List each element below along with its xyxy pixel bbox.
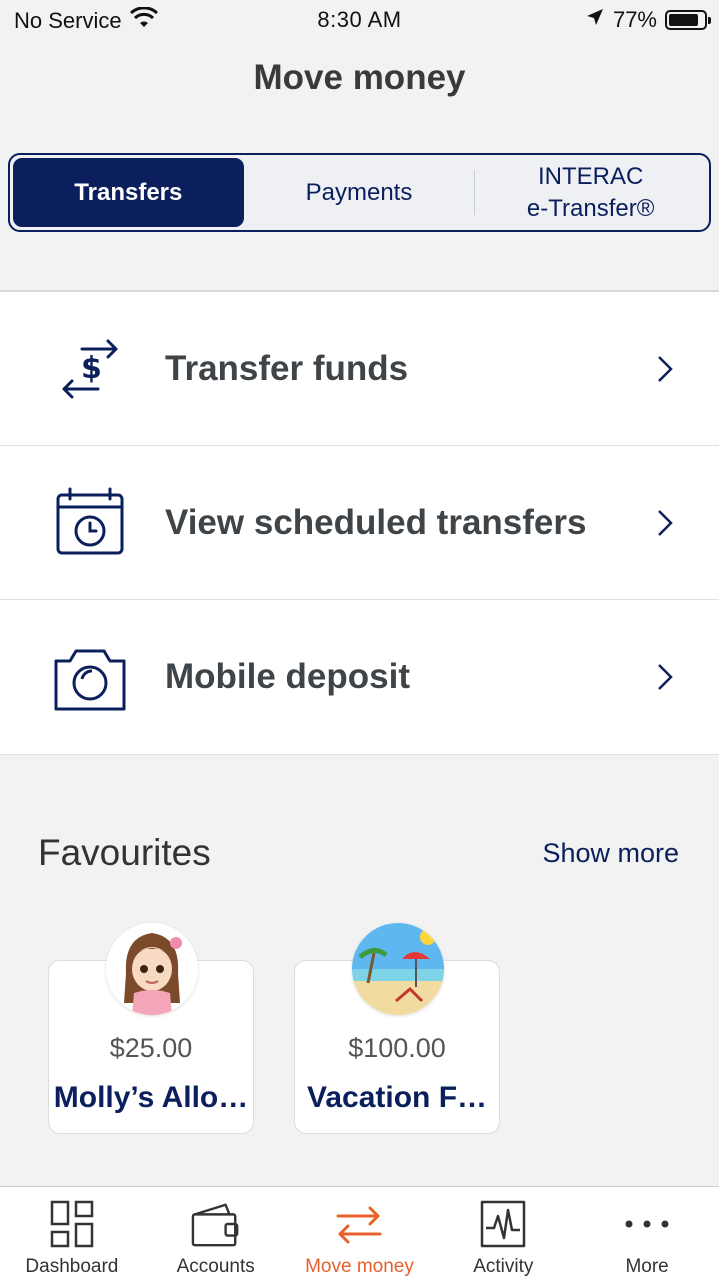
tab-label: More — [625, 1256, 669, 1277]
location-arrow-icon — [585, 7, 605, 33]
status-right: 77% — [585, 7, 711, 33]
favourite-card[interactable]: $100.00 Vacation F… — [294, 923, 500, 1134]
favourite-card[interactable]: $25.00 Molly’s Allo… — [48, 923, 254, 1134]
activity-icon — [478, 1199, 528, 1249]
chevron-right-icon — [658, 355, 673, 382]
menu-label-transfer-funds: Transfer funds — [165, 348, 409, 388]
favourite-amount: $25.00 — [109, 1033, 193, 1063]
tab-interac-etransfer[interactable]: INTERAC e-Transfer® — [475, 158, 706, 227]
favourites-title: Favourites — [38, 832, 211, 873]
menu-label-mobile-deposit: Mobile deposit — [165, 657, 410, 696]
arrows-icon — [334, 1199, 384, 1249]
tab-accounts[interactable]: Accounts — [144, 1187, 288, 1280]
more-dots-icon — [622, 1199, 672, 1249]
tab-label: Accounts — [176, 1256, 255, 1277]
beach-avatar — [352, 923, 444, 1015]
battery-percent: 77% — [612, 7, 657, 32]
chevron-right-icon — [658, 664, 673, 690]
interac-label-line2: e-Transfer® — [526, 194, 655, 222]
wallet-icon — [191, 1199, 241, 1249]
show-more-link[interactable]: Show more — [542, 838, 679, 869]
status-bar: No Service 8:30 AM 77% — [0, 0, 719, 40]
interac-label-line1: INTERAC — [538, 163, 644, 191]
page-title: Move money — [253, 58, 466, 97]
favourite-name: Vacation F… — [306, 1081, 488, 1114]
favourite-name: Molly’s Allo… — [53, 1081, 249, 1114]
menu-item-mobile-deposit[interactable]: Mobile deposit — [0, 600, 719, 754]
battery-icon — [665, 10, 711, 30]
tab-more[interactable]: More — [575, 1187, 719, 1280]
tab-label: Dashboard — [25, 1256, 119, 1277]
menu-label-scheduled-transfers: View scheduled transfers — [165, 502, 587, 542]
move-money-menu: $ Transfer funds View scheduled transfer… — [0, 290, 719, 755]
girl-avatar — [106, 923, 198, 1015]
tab-payments[interactable]: Payments — [244, 158, 475, 227]
tab-activity[interactable]: Activity — [431, 1187, 575, 1280]
favourite-amount: $100.00 — [348, 1033, 446, 1063]
tab-label: Activity — [473, 1256, 534, 1277]
menu-item-scheduled-transfers[interactable]: View scheduled transfers — [0, 446, 719, 600]
bottom-tab-bar: Dashboard Accounts Move money Activity M… — [0, 1186, 719, 1280]
calendar-clock-icon — [52, 485, 128, 561]
segmented-control: Transfers Payments INTERAC e-Transfer® — [8, 153, 711, 232]
tab-move-money[interactable]: Move money — [288, 1187, 432, 1280]
menu-item-transfer-funds[interactable]: $ Transfer funds — [0, 292, 719, 446]
tab-dashboard[interactable]: Dashboard — [0, 1187, 144, 1280]
svg-text:$: $ — [81, 351, 102, 386]
camera-icon — [52, 639, 128, 715]
chevron-right-icon — [658, 509, 673, 536]
tab-label: Move money — [305, 1256, 414, 1277]
transfer-dollar-icon: $ — [52, 331, 128, 407]
dashboard-icon — [47, 1199, 97, 1249]
tab-transfers[interactable]: Transfers — [13, 158, 244, 227]
